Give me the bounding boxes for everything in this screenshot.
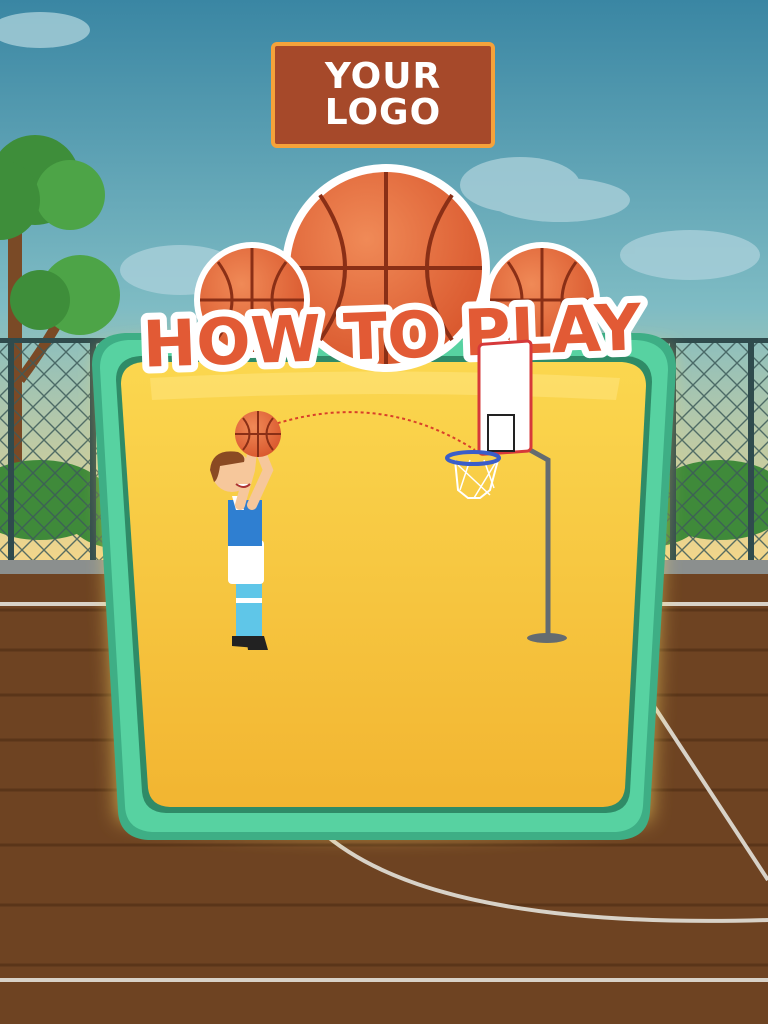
logo-text-line2: LOGO xyxy=(324,92,442,133)
logo-text-line1: YOUR xyxy=(324,56,442,97)
logo-badge: YOUR LOGO xyxy=(271,42,495,148)
how-to-play-panel xyxy=(92,333,676,840)
game-scene: HOW TO PLAY HOW TO PLAY xyxy=(0,0,768,1024)
basketball-icon xyxy=(235,411,281,457)
